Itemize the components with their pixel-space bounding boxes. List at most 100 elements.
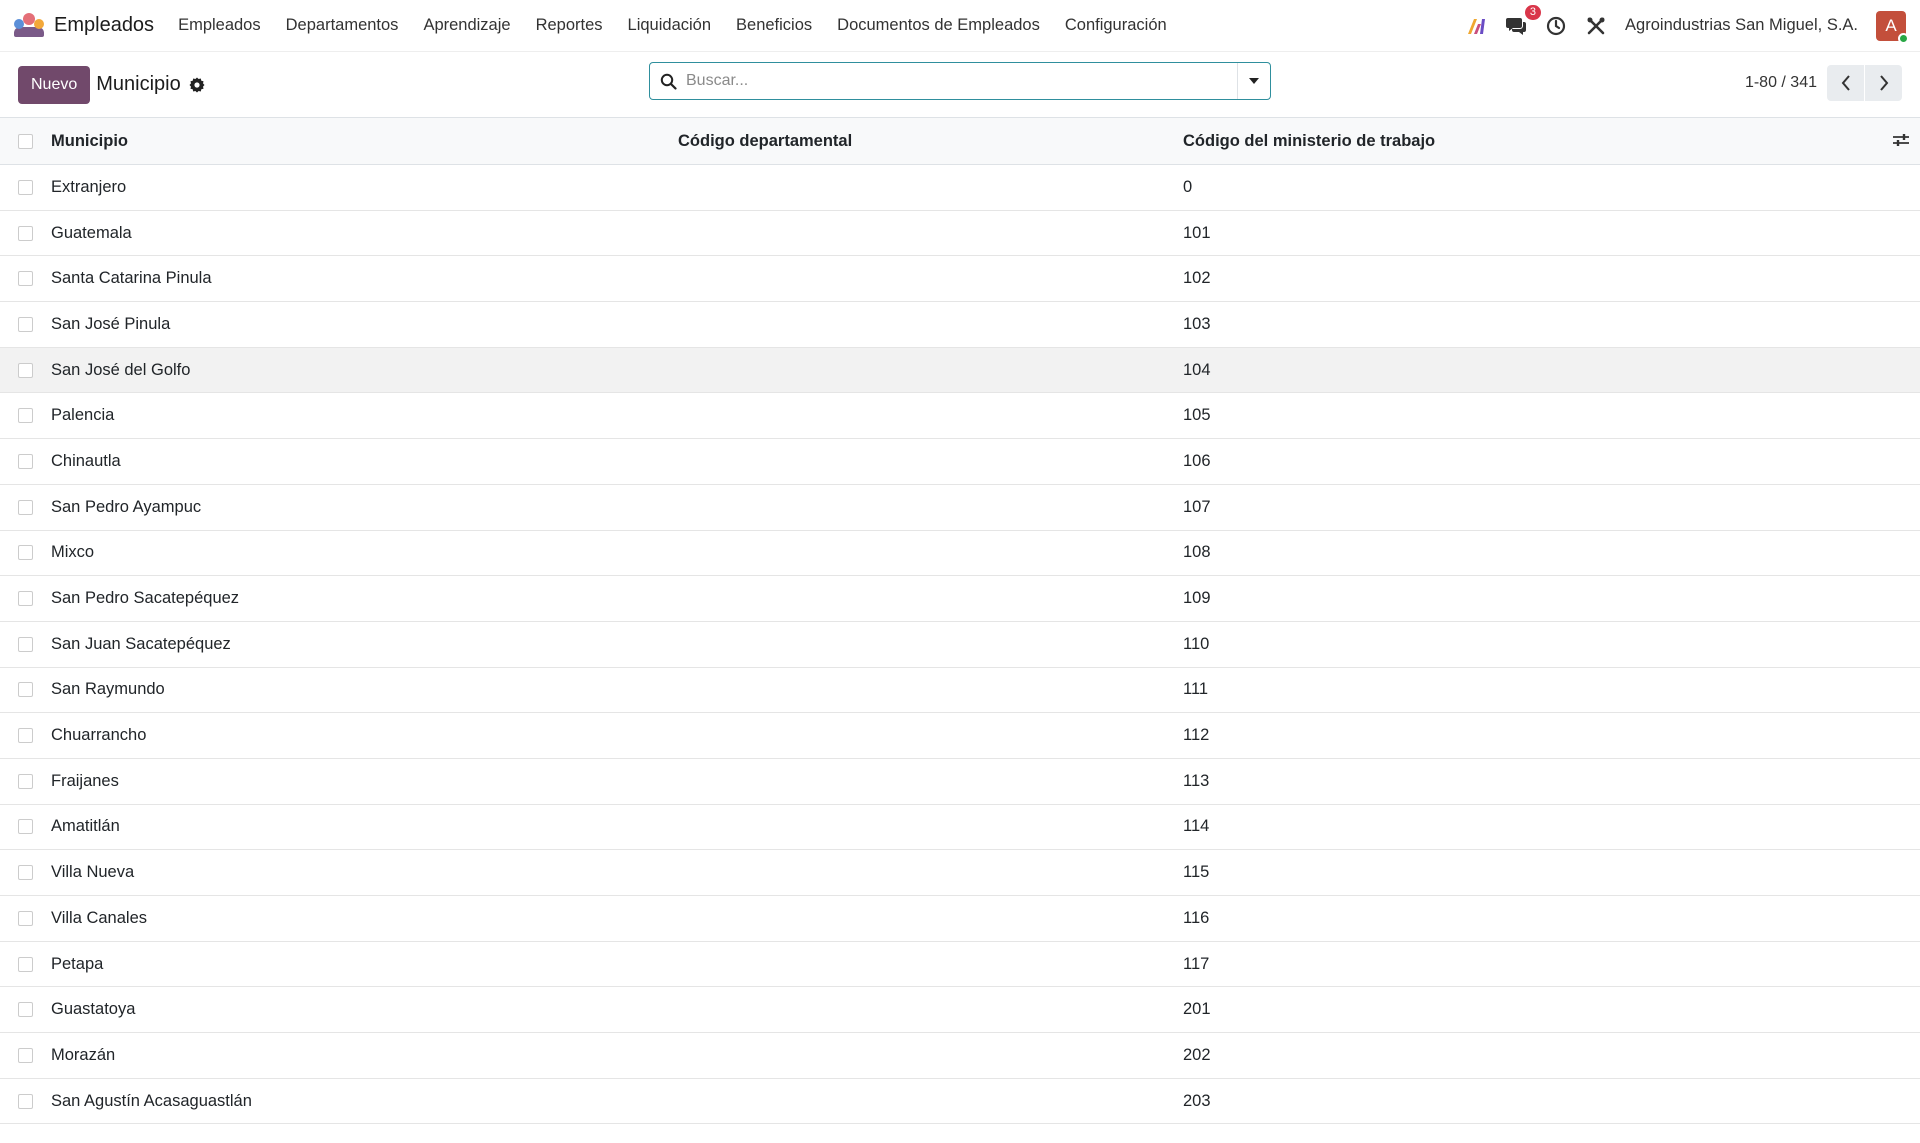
cell-municipio[interactable]: Amatitlán	[51, 817, 678, 836]
cell-municipio[interactable]: Santa Catarina Pinula	[51, 269, 678, 288]
cell-codigo-ministerio[interactable]: 110	[1183, 635, 1920, 654]
row-checkbox[interactable]	[18, 408, 33, 424]
cell-codigo-ministerio[interactable]: 102	[1183, 269, 1920, 288]
cell-municipio[interactable]: San José Pinula	[51, 315, 678, 334]
cell-municipio[interactable]: San José del Golfo	[51, 361, 678, 380]
row-checkbox[interactable]	[18, 362, 33, 378]
table-row[interactable]: Morazán 202	[0, 1033, 1920, 1079]
cell-codigo-ministerio[interactable]: 117	[1183, 955, 1920, 974]
cell-municipio[interactable]: Petapa	[51, 955, 678, 974]
pager-previous-button[interactable]	[1827, 65, 1864, 101]
pager-next-button[interactable]	[1865, 65, 1902, 101]
pager-value[interactable]: 1-80 / 341	[1745, 74, 1817, 92]
messages-icon[interactable]: 3	[1505, 4, 1542, 37]
cell-municipio[interactable]: Villa Nueva	[51, 863, 678, 882]
cell-municipio[interactable]: San Pedro Sacatepéquez	[51, 589, 678, 608]
table-row[interactable]: Chinautla 106	[0, 439, 1920, 485]
cell-codigo-ministerio[interactable]: 106	[1183, 452, 1920, 471]
cell-codigo-ministerio[interactable]: 109	[1183, 589, 1920, 608]
cell-codigo-ministerio[interactable]: 202	[1183, 1046, 1920, 1065]
table-row[interactable]: San Pedro Ayampuc 107	[0, 485, 1920, 531]
table-row[interactable]: Villa Nueva 115	[0, 850, 1920, 896]
menu-item-empleados[interactable]: Empleados	[178, 16, 261, 35]
row-checkbox[interactable]	[18, 865, 33, 881]
table-row[interactable]: San Agustín Acasaguastlán 203	[0, 1079, 1920, 1125]
cell-codigo-ministerio[interactable]: 105	[1183, 406, 1920, 425]
menu-item-reportes[interactable]: Reportes	[536, 16, 603, 35]
cell-municipio[interactable]: Morazán	[51, 1046, 678, 1065]
table-row[interactable]: San Raymundo 111	[0, 668, 1920, 714]
app-brand[interactable]: Empleados	[14, 12, 154, 39]
cell-municipio[interactable]: Chinautla	[51, 452, 678, 471]
cell-codigo-ministerio[interactable]: 113	[1183, 772, 1920, 791]
row-checkbox[interactable]	[18, 910, 33, 926]
table-row[interactable]: Guastatoya 201	[0, 987, 1920, 1034]
row-checkbox[interactable]	[18, 453, 33, 469]
cell-municipio[interactable]: Extranjero	[51, 178, 678, 197]
avatar[interactable]: A	[1876, 10, 1909, 44]
row-checkbox[interactable]	[18, 1002, 33, 1018]
table-row[interactable]: San Pedro Sacatepéquez 109	[0, 576, 1920, 622]
cell-codigo-ministerio[interactable]: 111	[1183, 680, 1920, 699]
row-checkbox[interactable]	[18, 179, 33, 195]
table-row[interactable]: Mixco 108	[0, 531, 1920, 577]
table-row[interactable]: Petapa 117	[0, 942, 1920, 988]
header-municipio[interactable]: Municipio	[51, 132, 678, 151]
table-row[interactable]: San José del Golfo 104	[0, 347, 1920, 394]
tools-icon[interactable]	[1585, 15, 1607, 37]
app-name[interactable]: Empleados	[54, 14, 154, 37]
cell-municipio[interactable]: Guastatoya	[51, 1000, 678, 1019]
table-row[interactable]: Amatitlán 114	[0, 805, 1920, 851]
menu-item-beneficios[interactable]: Beneficios	[736, 16, 812, 35]
ai-icon[interactable]	[1465, 15, 1487, 37]
company-name[interactable]: Agroindustrias San Miguel, S.A.	[1625, 16, 1858, 35]
cell-codigo-ministerio[interactable]: 201	[1183, 1000, 1920, 1019]
row-checkbox[interactable]	[18, 956, 33, 972]
cell-municipio[interactable]: Guatemala	[51, 224, 678, 243]
row-checkbox[interactable]	[18, 1047, 33, 1063]
table-row[interactable]: Palencia 105	[0, 393, 1920, 440]
menu-item-configuracion[interactable]: Configuración	[1065, 16, 1167, 35]
cell-municipio[interactable]: San Agustín Acasaguastlán	[51, 1092, 678, 1111]
menu-item-liquidacion[interactable]: Liquidación	[628, 16, 711, 35]
row-checkbox[interactable]	[18, 728, 33, 744]
cell-municipio[interactable]: Villa Canales	[51, 909, 678, 928]
optional-columns-icon[interactable]	[1892, 132, 1910, 153]
menu-item-departamentos[interactable]: Departamentos	[286, 16, 399, 35]
cell-municipio[interactable]: Chuarrancho	[51, 726, 678, 745]
cell-codigo-ministerio[interactable]: 112	[1183, 726, 1920, 745]
row-checkbox[interactable]	[18, 271, 33, 287]
cell-municipio[interactable]: Mixco	[51, 543, 678, 562]
header-codigo-departamental[interactable]: Código departamental	[678, 132, 1183, 151]
row-checkbox[interactable]	[18, 499, 33, 515]
cell-codigo-ministerio[interactable]: 107	[1183, 498, 1920, 517]
search-input[interactable]	[686, 72, 1237, 90]
table-row[interactable]: San Juan Sacatepéquez 110	[0, 622, 1920, 668]
cell-codigo-ministerio[interactable]: 103	[1183, 315, 1920, 334]
cell-municipio[interactable]: San Raymundo	[51, 680, 678, 699]
cell-municipio[interactable]: Palencia	[51, 406, 678, 425]
table-row[interactable]: Villa Canales 116	[0, 896, 1920, 942]
cell-codigo-ministerio[interactable]: 114	[1183, 817, 1920, 836]
row-checkbox[interactable]	[18, 591, 33, 607]
search-options-toggle[interactable]	[1237, 63, 1270, 99]
row-checkbox[interactable]	[18, 225, 33, 241]
cell-codigo-ministerio[interactable]: 0	[1183, 178, 1920, 197]
row-checkbox[interactable]	[18, 545, 33, 561]
table-row[interactable]: Extranjero 0	[0, 165, 1920, 211]
menu-item-documentos[interactable]: Documentos de Empleados	[837, 16, 1040, 35]
cell-municipio[interactable]: San Pedro Ayampuc	[51, 498, 678, 517]
table-row[interactable]: San José Pinula 103	[0, 302, 1920, 348]
row-checkbox[interactable]	[18, 1093, 33, 1109]
menu-item-aprendizaje[interactable]: Aprendizaje	[423, 16, 510, 35]
cell-municipio[interactable]: San Juan Sacatepéquez	[51, 635, 678, 654]
row-checkbox[interactable]	[18, 636, 33, 652]
table-row[interactable]: Chuarrancho 112	[0, 713, 1920, 759]
header-codigo-ministerio[interactable]: Código del ministerio de trabajo	[1183, 132, 1920, 151]
new-button[interactable]: Nuevo	[18, 65, 91, 104]
gear-icon[interactable]	[189, 77, 205, 93]
row-checkbox[interactable]	[18, 682, 33, 698]
cell-municipio[interactable]: Fraijanes	[51, 772, 678, 791]
cell-codigo-ministerio[interactable]: 116	[1183, 909, 1920, 928]
cell-codigo-ministerio[interactable]: 108	[1183, 543, 1920, 562]
